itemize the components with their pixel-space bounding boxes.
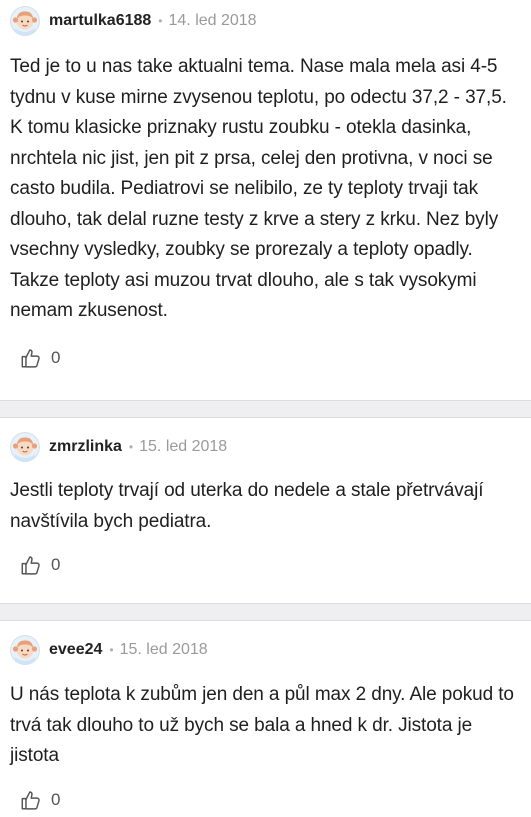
comment-feed: martulka6188 • 14. led 2018 Ted je to u … — [0, 0, 531, 817]
comment-date: 15. led 2018 — [119, 641, 208, 658]
comment-date: 14. led 2018 — [168, 12, 257, 29]
comment-footer: 0 — [10, 539, 515, 591]
baby-avatar-icon[interactable] — [10, 635, 40, 665]
thumbs-up-icon[interactable] — [20, 789, 42, 811]
like-count: 0 — [51, 789, 61, 809]
like-count: 0 — [51, 347, 61, 367]
meta-separator: • — [158, 14, 163, 28]
comment-text: Ted je to u nas take aktualni tema. Nase… — [10, 56, 507, 321]
comment-footer: 0 — [10, 774, 515, 817]
baby-avatar-icon[interactable] — [10, 6, 40, 36]
comment-username[interactable]: evee24 — [49, 641, 102, 659]
comment-divider — [0, 603, 531, 621]
meta-separator: • — [128, 440, 134, 454]
comment-text: Jestli teploty trvají od uterka do nedel… — [10, 480, 484, 532]
meta-separator: • — [109, 643, 114, 657]
comment-item: martulka6188 • 14. led 2018 Ted je to u … — [0, 0, 531, 400]
comment-username[interactable]: martulka6188 — [49, 12, 151, 30]
comment-item: zmrzlinka • 15. led 2018 Jestli teploty … — [0, 426, 531, 603]
comment-header: zmrzlinka • 15. led 2018 — [10, 426, 515, 468]
comment-footer: 0 — [10, 332, 515, 384]
like-count: 0 — [51, 555, 61, 574]
thumbs-up-icon[interactable] — [20, 347, 42, 369]
comment-text: U nás teplota k zubům jen den a půl max … — [10, 684, 514, 766]
comment-date: 15. led 2018 — [139, 438, 228, 455]
comment-username[interactable]: zmrzlinka — [49, 438, 122, 456]
comment-divider — [0, 400, 531, 418]
thumbs-up-icon[interactable] — [20, 554, 42, 576]
comment-item: evee24 • 15. led 2018 U nás teplota k zu… — [0, 629, 531, 817]
baby-avatar-icon[interactable] — [10, 432, 40, 462]
comment-header: evee24 • 15. led 2018 — [10, 629, 515, 671]
comment-header: martulka6188 • 14. led 2018 — [10, 0, 515, 42]
